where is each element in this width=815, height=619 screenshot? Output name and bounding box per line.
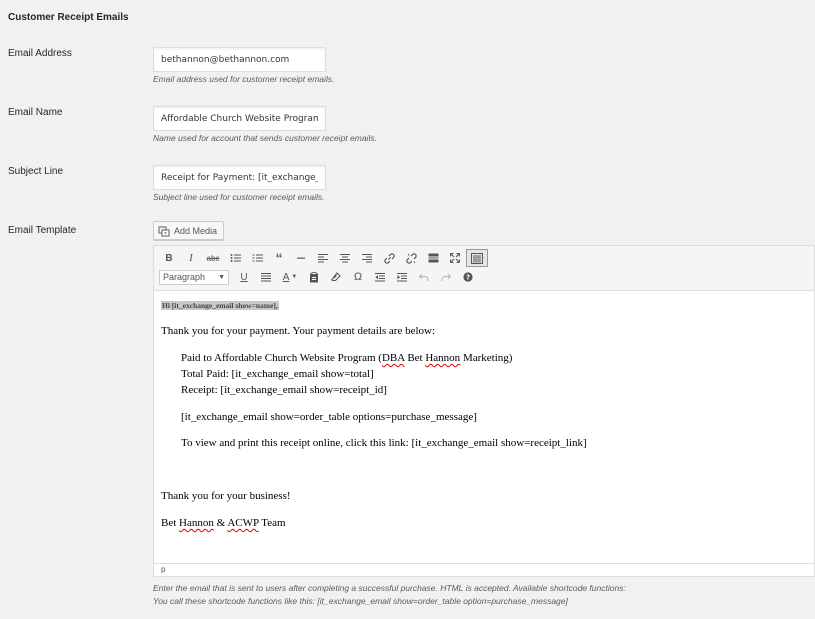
hannon-text: Hannon bbox=[425, 352, 461, 364]
bullet-list-icon[interactable] bbox=[224, 249, 246, 267]
sig-amp-text: & bbox=[213, 517, 228, 529]
read-more-icon[interactable] bbox=[422, 249, 444, 267]
redo-icon[interactable] bbox=[435, 268, 457, 286]
paid-to-text: Paid to Affordable Church Website Progra… bbox=[181, 352, 382, 364]
subject-line-description: Subject line used for customer receipt e… bbox=[153, 192, 325, 202]
horizontal-line-icon[interactable] bbox=[290, 249, 312, 267]
media-icon bbox=[158, 225, 170, 237]
bold-icon[interactable]: B bbox=[158, 249, 180, 267]
email-name-description: Name used for account that sends custome… bbox=[153, 133, 377, 143]
email-template-label: Email Template bbox=[8, 225, 77, 236]
subject-line-input[interactable] bbox=[153, 165, 326, 190]
add-media-button[interactable]: Add Media bbox=[153, 221, 225, 240]
clear-formatting-icon[interactable] bbox=[325, 268, 347, 286]
view-online-text: To view and print this receipt online, c… bbox=[181, 437, 587, 449]
text-color-icon[interactable]: A ▼ bbox=[277, 268, 303, 286]
editor-content-area[interactable]: Hi [it_exchange_email show=name], Thank … bbox=[154, 290, 814, 564]
template-help-line-2: You call these shortcode functions like … bbox=[153, 596, 568, 606]
undo-icon[interactable] bbox=[413, 268, 435, 286]
email-address-input[interactable] bbox=[153, 47, 326, 72]
numbered-list-icon[interactable] bbox=[246, 249, 268, 267]
sig-team-text: Team bbox=[258, 517, 286, 529]
paid-to-bet-text: Bet bbox=[404, 352, 426, 364]
marketing-text: Marketing) bbox=[460, 352, 513, 364]
email-template-editor: B I abc “ Paragraph ▼ U A ▼ Ω ? Hi [it_e… bbox=[153, 245, 815, 577]
toolbar-toggle-icon[interactable] bbox=[466, 249, 488, 267]
subject-line-label: Subject Line bbox=[8, 166, 64, 177]
sig-hannon-text: Hannon bbox=[179, 517, 214, 529]
section-title: Customer Receipt Emails bbox=[8, 12, 129, 23]
dba-text: DBA bbox=[381, 352, 405, 364]
paid-to-line: Paid to Affordable Church Website Progra… bbox=[181, 352, 512, 364]
strikethrough-icon[interactable]: abc bbox=[202, 249, 224, 267]
email-name-input[interactable] bbox=[153, 106, 326, 131]
chevron-down-icon: ▼ bbox=[218, 273, 225, 281]
link-icon[interactable] bbox=[378, 249, 400, 267]
sig-bet-text: Bet bbox=[161, 517, 180, 529]
unlink-icon[interactable] bbox=[400, 249, 422, 267]
sig-acwp-text: ACWP bbox=[227, 517, 259, 529]
total-paid-text: Total Paid: [it_exchange_email show=tota… bbox=[181, 368, 374, 380]
editor-status-path[interactable]: p bbox=[154, 563, 814, 576]
paste-text-icon[interactable] bbox=[303, 268, 325, 286]
fullscreen-icon[interactable] bbox=[444, 249, 466, 267]
email-name-label: Email Name bbox=[8, 107, 63, 118]
justify-icon[interactable] bbox=[255, 268, 277, 286]
signature-line: Bet Hannon & ACWP Team bbox=[161, 517, 286, 529]
underline-icon[interactable]: U bbox=[233, 268, 255, 286]
greeting-text: Hi [it_exchange_email show=name], bbox=[161, 301, 279, 310]
email-address-label: Email Address bbox=[8, 48, 72, 59]
align-right-icon[interactable] bbox=[356, 249, 378, 267]
toolbar-row-1: B I abc “ bbox=[158, 249, 488, 267]
align-center-icon[interactable] bbox=[334, 249, 356, 267]
format-select-value: Paragraph bbox=[163, 272, 206, 282]
special-character-icon[interactable]: Ω bbox=[347, 268, 369, 286]
thanks-text: Thank you for your business! bbox=[161, 490, 291, 502]
editor-toolbar: B I abc “ Paragraph ▼ U A ▼ Ω ? bbox=[154, 246, 814, 291]
help-icon[interactable]: ? bbox=[457, 268, 479, 286]
format-select[interactable]: Paragraph ▼ bbox=[159, 269, 229, 285]
italic-icon[interactable]: I bbox=[180, 249, 202, 267]
toolbar-row-2: Paragraph ▼ U A ▼ Ω ? bbox=[158, 268, 479, 286]
indent-icon[interactable] bbox=[391, 268, 413, 286]
order-table-text: [it_exchange_email show=order_table opti… bbox=[181, 411, 477, 423]
svg-text:?: ? bbox=[466, 274, 470, 282]
add-media-label: Add Media bbox=[174, 225, 218, 236]
email-address-description: Email address used for customer receipt … bbox=[153, 74, 335, 84]
receipt-text: Receipt: [it_exchange_email show=receipt… bbox=[181, 384, 387, 396]
outdent-icon[interactable] bbox=[369, 268, 391, 286]
template-help-line-1: Enter the email that is sent to users af… bbox=[153, 583, 626, 593]
blockquote-icon[interactable]: “ bbox=[268, 249, 290, 267]
align-left-icon[interactable] bbox=[312, 249, 334, 267]
intro-text: Thank you for your payment. Your payment… bbox=[161, 325, 436, 337]
